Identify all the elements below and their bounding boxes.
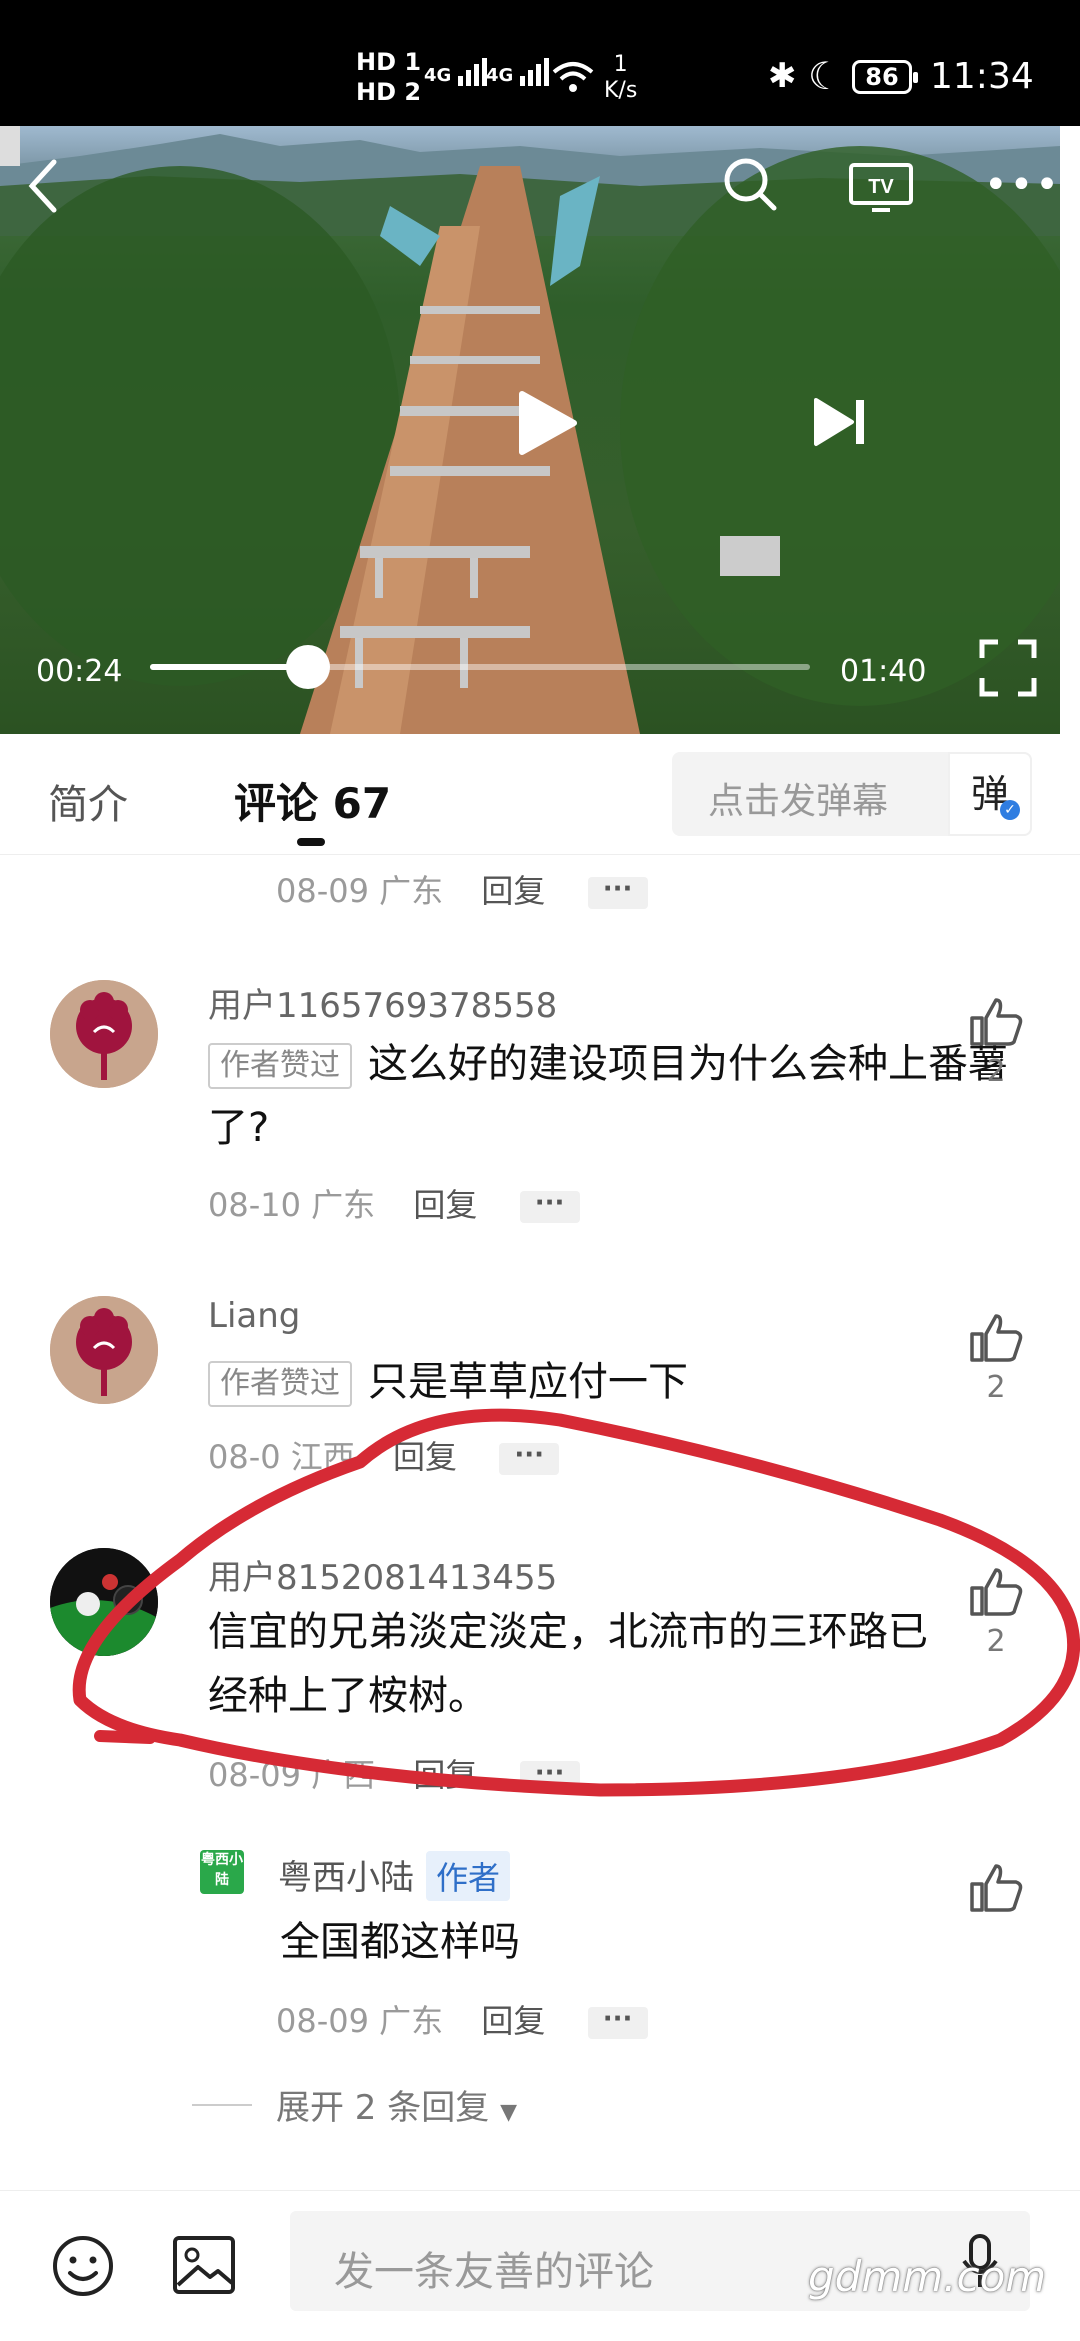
divider (192, 2104, 252, 2106)
flower-avatar-icon (50, 1296, 158, 1404)
image-icon[interactable] (172, 2235, 236, 2295)
like-button[interactable]: 2 (956, 1312, 1036, 1405)
comment-meta: 08-09 广西 回复 ··· (208, 1750, 580, 1796)
more-options-button[interactable]: ··· (587, 876, 648, 909)
tv-icon[interactable]: TV (848, 162, 914, 212)
reply-username[interactable]: 粤西小陆 作者 (278, 1850, 511, 1901)
reply-text: 全国都这样吗 (280, 1919, 520, 1965)
comment-region: 广西 (311, 1756, 376, 1794)
comment-date: 08-0 (208, 1438, 281, 1476)
comment-username[interactable]: 用户8152081413455 (208, 1550, 557, 1599)
author-badge: 作者 (426, 1851, 511, 1901)
comment-region: 江西 (290, 1438, 355, 1476)
author-liked-badge: 作者赞过 (208, 1043, 352, 1089)
comment-date: 08-09 (276, 872, 369, 910)
billiard-avatar-icon (50, 1548, 158, 1656)
comment-meta: 08-09 广东 回复 ··· (276, 866, 648, 912)
reply-button[interactable]: 回复 (393, 1438, 457, 1476)
status-bar: HD 1 HD 2 4G 4G 1 K/s ✱ ☾ 86 11:34 (0, 0, 1080, 126)
flower-avatar-icon (50, 980, 158, 1088)
like-button[interactable]: 2 (956, 1566, 1036, 1659)
more-options-button[interactable]: ··· (499, 1442, 560, 1475)
hd1-label: HD 1 (356, 48, 422, 76)
reply-meta: 08-09 广东 回复 ··· (276, 1996, 648, 2042)
danmu-button[interactable]: 弹 ✓ (948, 752, 1032, 836)
signal-icon-2: 4G (486, 56, 556, 86)
battery-icon: 86 (852, 60, 918, 94)
fullscreen-icon[interactable] (978, 638, 1038, 698)
comment-date: 08-09 (208, 1756, 301, 1794)
progress-bar[interactable] (150, 645, 810, 689)
danmu-input[interactable]: 点击发弹幕 弹 ✓ (672, 752, 1032, 836)
comment-text: 作者赞过 只是草草应付一下 (208, 1350, 1068, 1414)
expand-replies-button[interactable]: 展开 2 条回复 ▼ (276, 2080, 517, 2129)
clock: 11:34 (930, 56, 1034, 97)
tab-bar: 简介 评论 67 点击发弹幕 弹 ✓ (0, 734, 1080, 855)
moon-icon: ☾ (808, 54, 843, 98)
comment-meta: 08-0 江西 回复 ··· (208, 1432, 560, 1478)
back-icon[interactable] (24, 156, 64, 216)
emoji-icon[interactable] (50, 2233, 116, 2299)
avatar[interactable] (50, 1548, 158, 1656)
hd-indicator: HD 1 HD 2 (356, 48, 421, 108)
play-icon[interactable] (510, 388, 580, 458)
thumbs-up-icon (970, 1864, 1023, 1912)
tab-active-indicator (297, 838, 325, 846)
reply-button[interactable]: 回复 (481, 872, 545, 910)
more-options-button[interactable]: ··· (519, 1190, 580, 1223)
comment-placeholder: 发一条友善的评论 (334, 2249, 654, 2295)
reply-date: 08-09 (276, 2002, 369, 2040)
avatar[interactable] (50, 980, 158, 1088)
reply-button[interactable]: 回复 (413, 1186, 477, 1224)
reply-region: 广东 (379, 2002, 444, 2040)
reply-button[interactable]: 回复 (481, 2002, 545, 2040)
total-time: 01:40 (840, 654, 927, 689)
network-speed: 1 K/s (604, 52, 638, 103)
like-count: 2 (986, 1370, 1006, 1405)
comment-text: 信宜的兄弟淡定淡定，北流市的三环路已经种上了桉树。 (208, 1609, 928, 1719)
check-icon: ✓ (1000, 800, 1020, 820)
search-icon[interactable] (720, 154, 780, 214)
comment-meta: 08-10 广东 回复 ··· (208, 1180, 580, 1226)
comment-text: 作者赞过 这么好的建设项目为什么会种上番薯了? (208, 1041, 1008, 1151)
author-liked-badge: 作者赞过 (208, 1361, 352, 1407)
comment-username[interactable]: Liang (208, 1296, 300, 1336)
like-count: 2 (986, 1624, 1006, 1659)
watermark: gdmm.com (808, 2252, 1047, 2301)
tab-intro[interactable]: 简介 (48, 772, 128, 830)
video-player[interactable]: TV ••• 00:24 01:40 (0, 126, 1060, 734)
current-time: 00:24 (36, 654, 123, 689)
avatar[interactable] (50, 1296, 158, 1404)
comment-region: 广东 (379, 872, 444, 910)
comment-username[interactable]: 用户1165769378558 (208, 978, 557, 1027)
thumbs-up-icon (970, 998, 1023, 1046)
progress-fill (150, 664, 309, 670)
bluetooth-icon: ✱ (768, 56, 797, 96)
tab-comments[interactable]: 评论 67 (234, 770, 391, 831)
next-icon[interactable] (810, 394, 870, 450)
wifi-icon (552, 62, 594, 92)
thumbs-up-icon (970, 1314, 1023, 1362)
more-options-button[interactable]: ··· (587, 2006, 648, 2039)
reply-button[interactable]: 回复 (413, 1756, 477, 1794)
comment-region: 广东 (311, 1186, 376, 1224)
hd2-label: HD 2 (356, 78, 422, 106)
svg-text:TV: TV (868, 176, 894, 198)
danmu-placeholder: 点击发弹幕 (708, 781, 889, 822)
more-options-button[interactable]: ··· (519, 1760, 580, 1793)
author-avatar[interactable]: 粤西小陆 (200, 1850, 244, 1894)
like-button[interactable] (956, 1862, 1036, 1914)
more-icon[interactable]: ••• (984, 162, 1060, 208)
thumbs-up-icon (970, 1568, 1023, 1616)
signal-icon-1: 4G (424, 56, 494, 86)
like-button[interactable]: 2 (956, 996, 1036, 1089)
comment-date: 08-10 (208, 1186, 301, 1224)
like-count: 2 (986, 1054, 1006, 1089)
caret-down-icon: ▼ (500, 2100, 517, 2125)
